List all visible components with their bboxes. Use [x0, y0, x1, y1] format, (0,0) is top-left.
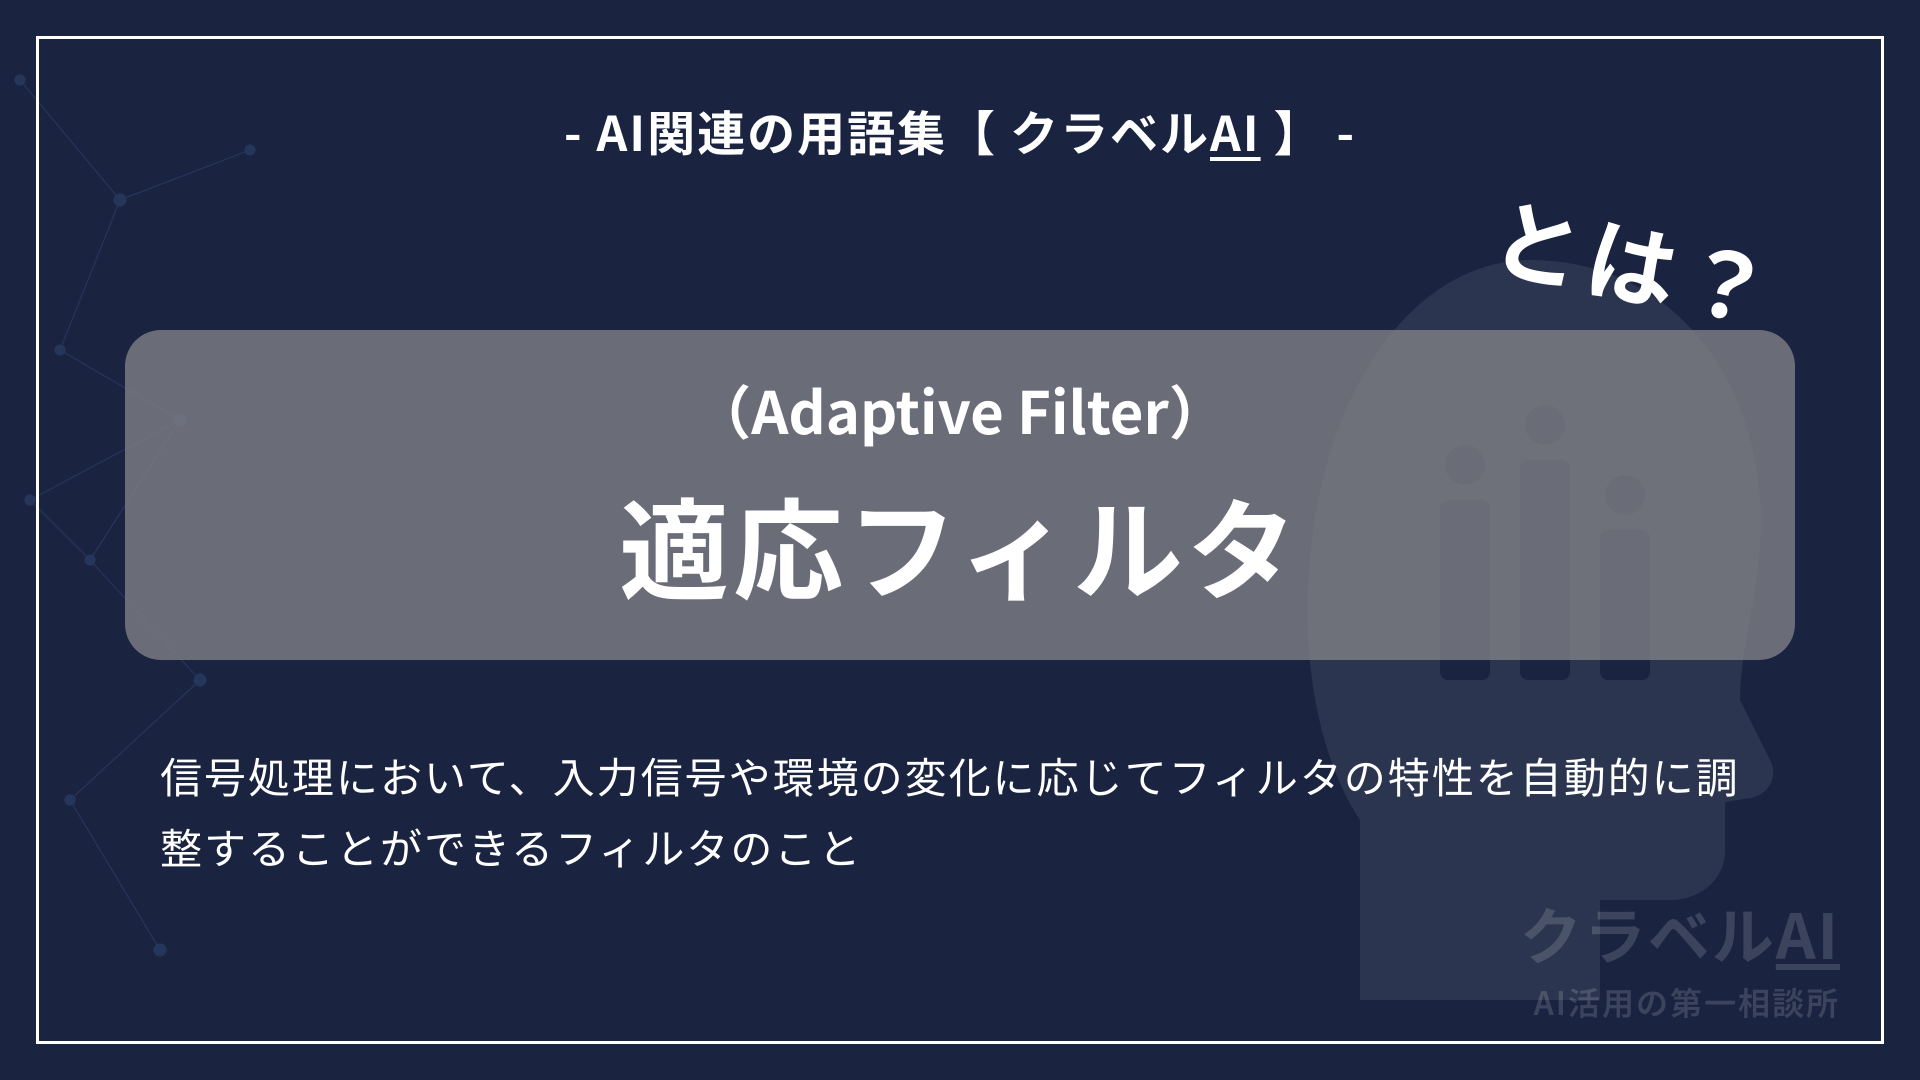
term-description: 信号処理において、入力信号や環境の変化に応じてフィルタの特性を自動的に調整するこ…	[160, 740, 1760, 883]
header-ai: AI	[1210, 95, 1261, 165]
header-suffix: 】 -	[1261, 95, 1357, 165]
term-container: （Adaptive Filter） 適応フィルタ	[125, 330, 1795, 660]
term-english: （Adaptive Filter）	[693, 367, 1227, 451]
brand-name: クラベルAI	[1520, 887, 1840, 977]
header-prefix: - AI関連の用語集【 クラベル	[564, 95, 1210, 165]
brand-name-prefix: クラベル	[1520, 887, 1776, 977]
glossary-header: - AI関連の用語集【 クラベルAI 】 -	[0, 95, 1920, 165]
brand-watermark: クラベルAI AI活用の第一相談所	[1520, 887, 1840, 1025]
brand-tagline: AI活用の第一相談所	[1520, 979, 1840, 1025]
brand-name-ai: AI	[1776, 887, 1840, 977]
term-japanese: 適応フィルタ	[619, 463, 1301, 623]
